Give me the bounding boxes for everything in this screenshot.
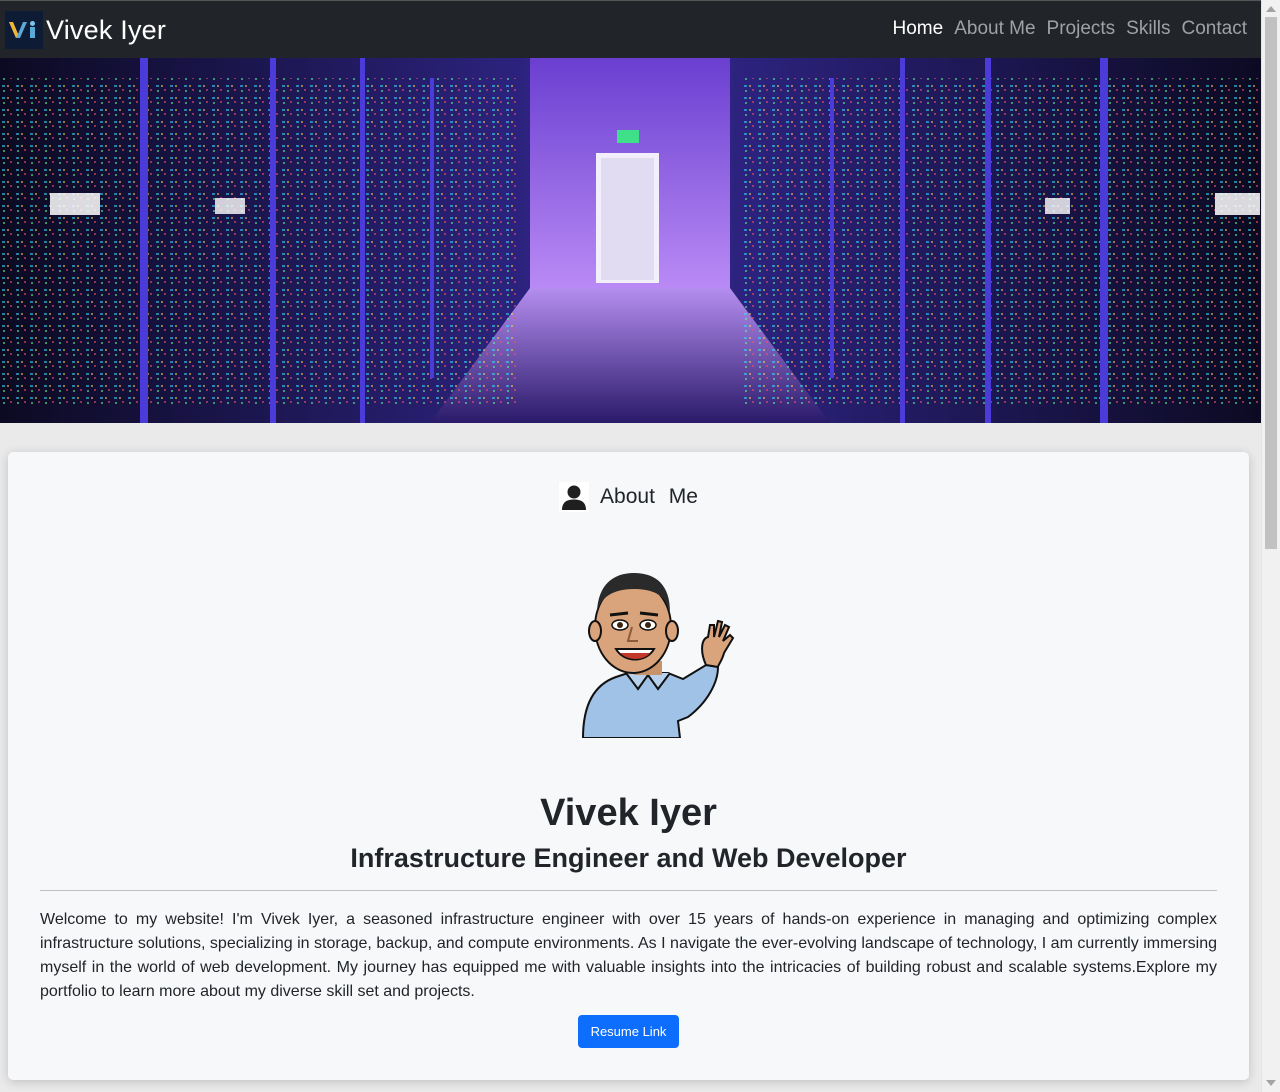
section-title: About Me	[600, 485, 698, 508]
hero-banner-image	[0, 58, 1261, 423]
profile-bio: Welcome to my website! I'm Vivek Iyer, a…	[40, 911, 1217, 1000]
page: Vivek Iyer Home About Me Projects Skills…	[0, 0, 1261, 1092]
brand[interactable]: Vivek Iyer	[5, 11, 166, 49]
brand-name[interactable]: Vivek Iyer	[46, 15, 166, 46]
resume-link-button[interactable]: Resume Link	[578, 1015, 679, 1048]
nav-links: Home About Me Projects Skills Contact	[882, 18, 1247, 40]
scroll-up-arrow-icon[interactable]	[1266, 6, 1276, 12]
waving-avatar-image	[581, 573, 735, 738]
about-me-card: About Me Vivek Iyer Infrastructure Engin…	[8, 452, 1249, 1080]
profile-role: Infrastructure Engineer and Web Develope…	[350, 843, 907, 873]
nav-link-skills[interactable]: Skills	[1126, 18, 1170, 40]
navbar: Vivek Iyer Home About Me Projects Skills…	[0, 0, 1261, 58]
person-icon	[559, 482, 590, 512]
nav-link-projects[interactable]: Projects	[1047, 18, 1116, 40]
about-me-heading: About Me	[8, 482, 1249, 512]
scrollbar-thumb[interactable]	[1265, 17, 1277, 549]
page-scrollbar[interactable]	[1261, 0, 1280, 1092]
nav-link-contact[interactable]: Contact	[1182, 18, 1247, 40]
nav-link-home[interactable]: Home	[893, 18, 944, 40]
profile-name: Vivek Iyer	[540, 792, 717, 834]
divider	[40, 890, 1217, 891]
brand-logo-icon[interactable]	[5, 11, 43, 49]
scroll-down-arrow-icon[interactable]	[1266, 1080, 1276, 1086]
nav-link-about-me[interactable]: About Me	[954, 18, 1035, 40]
server-room-illustration	[0, 58, 1261, 423]
